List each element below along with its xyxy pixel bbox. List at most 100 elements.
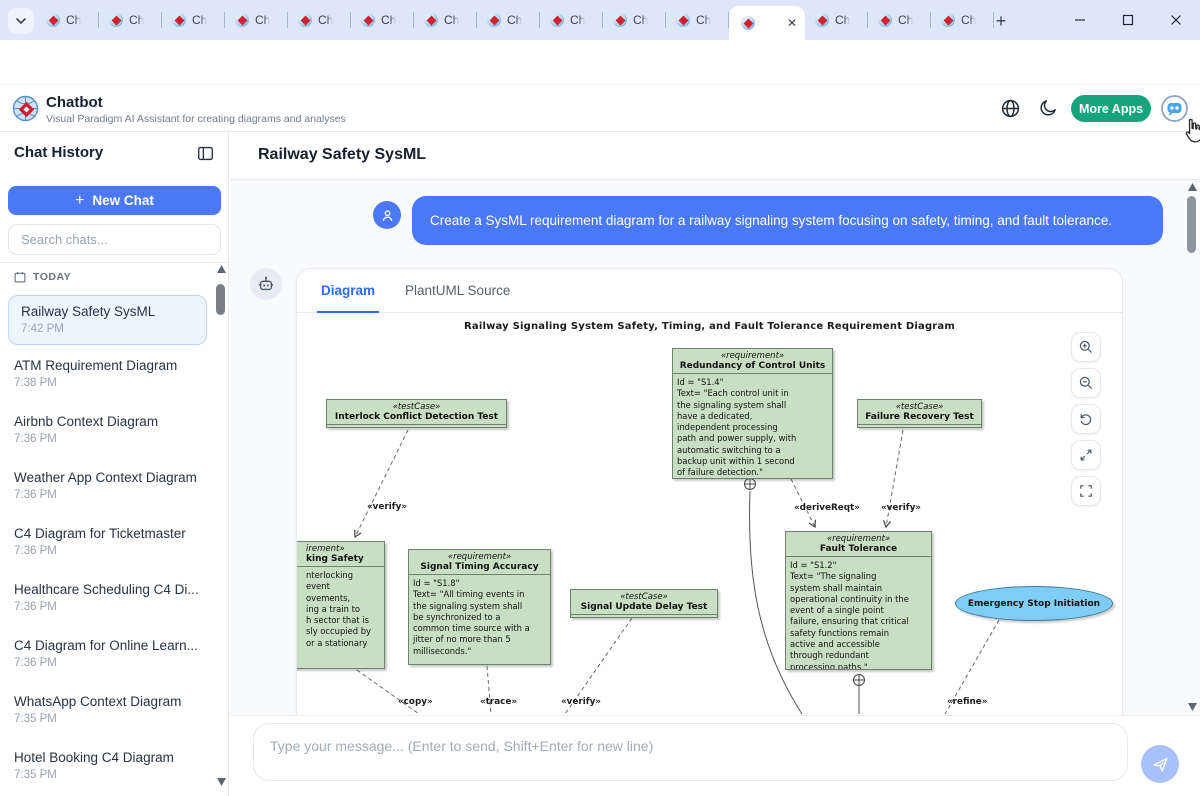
minimize-icon — [1074, 14, 1086, 26]
sidebar-scroll-up-icon[interactable] — [217, 265, 226, 273]
visual-paradigm-favicon — [298, 13, 312, 27]
send-button[interactable] — [1141, 745, 1179, 783]
zoom-in-icon — [1078, 339, 1094, 355]
maximize-icon — [1122, 14, 1134, 26]
new-chat-button[interactable]: + New Chat — [8, 186, 221, 215]
edge-label-verify: «verify» — [367, 502, 407, 512]
chat-item-time: 7:35 PM — [14, 713, 206, 725]
chat-item-title: Railway Safety SysML — [21, 304, 194, 319]
browser-tabstrip: Ch Ch Ch Ch Ch Ch Ch Ch Ch Ch Ch ✕ Ch Ch… — [0, 0, 1200, 40]
bot-avatar — [250, 268, 282, 300]
chat-history-item[interactable]: Healthcare Scheduling C4 Di... 7:36 PM — [8, 582, 206, 613]
chat-history-item[interactable]: ATM Requirement Diagram 7:38 PM — [8, 358, 206, 389]
chat-scroll-up-icon[interactable] — [1188, 183, 1197, 191]
tab-close-icon[interactable]: ✕ — [787, 17, 797, 29]
browser-tab[interactable]: Ch — [99, 0, 162, 40]
browser-tab[interactable]: Ch — [351, 0, 414, 40]
visual-paradigm-favicon — [878, 13, 892, 27]
chat-history-item-selected[interactable]: Railway Safety SysML 7:42 PM — [8, 295, 207, 345]
diagram-zoom-out-button[interactable] — [1071, 368, 1101, 398]
chat-history-item[interactable]: C4 Diagram for Online Learn... 7:36 PM — [8, 638, 206, 669]
visual-paradigm-favicon — [487, 13, 501, 27]
diagram-expand-button[interactable] — [1071, 440, 1101, 470]
browser-tab[interactable]: Ch — [805, 0, 868, 40]
chat-item-time: 7:36 PM — [14, 489, 206, 501]
zoom-out-icon — [1078, 375, 1094, 391]
visual-paradigm-favicon — [172, 13, 186, 27]
sidebar-divider — [0, 262, 229, 263]
browser-tab[interactable]: Ch — [162, 0, 225, 40]
more-apps-button[interactable]: More Apps — [1071, 95, 1151, 122]
chat-history-item[interactable]: Hotel Booking C4 Diagram 7:35 PM — [8, 750, 206, 781]
chat-item-title: C4 Diagram for Ticketmaster — [14, 526, 206, 541]
bot-response-card: Diagram PlantUML Source Railway Signalin… — [296, 268, 1123, 715]
chat-history-item[interactable]: Airbnb Context Diagram 7:36 PM — [8, 414, 206, 445]
message-input-area — [230, 715, 1200, 796]
browser-tab[interactable]: Ch — [477, 0, 540, 40]
edge-label-trace: «trace» — [480, 697, 517, 707]
browser-tab[interactable]: Ch — [225, 0, 288, 40]
anchor-cross-icon — [854, 675, 865, 686]
window-minimize-button[interactable] — [1056, 0, 1104, 40]
browser-tab[interactable]: Ch — [288, 0, 351, 40]
browser-tab[interactable]: Ch — [414, 0, 477, 40]
section-label: TODAY — [33, 271, 71, 283]
dark-mode-moon-icon[interactable] — [1038, 98, 1058, 118]
visual-paradigm-favicon — [46, 13, 60, 27]
collapse-sidebar-icon[interactable] — [197, 145, 214, 162]
diagram-viewport[interactable]: Railway Signaling System Safety, Timing,… — [297, 314, 1122, 715]
browser-tab[interactable]: Ch — [603, 0, 666, 40]
chat-item-time: 7:36 PM — [14, 433, 206, 445]
chat-item-title: ATM Requirement Diagram — [14, 358, 206, 373]
diagram-zoom-in-button[interactable] — [1071, 332, 1101, 362]
window-maximize-button[interactable] — [1104, 0, 1152, 40]
browser-tab[interactable]: Ch — [36, 0, 99, 40]
edge-label-copy: «copy» — [398, 697, 433, 707]
sidebar-title: Chat History — [14, 144, 103, 161]
chat-item-title: C4 Diagram for Online Learn... — [14, 638, 206, 653]
chat-history-item[interactable]: C4 Diagram for Ticketmaster 7:36 PM — [8, 526, 206, 557]
requirement-box-signal-timing-accuracy: «requirement» Signal Timing Accuracy Id … — [408, 549, 551, 665]
edge-label-derivereqt: «deriveReqt» — [794, 503, 860, 513]
browser-tab-active[interactable]: ✕ — [729, 6, 805, 40]
sidebar-scrollbar-thumb[interactable] — [216, 284, 225, 315]
chat-item-time: 7:35 PM — [14, 769, 206, 781]
browser-tab[interactable]: Ch — [666, 0, 729, 40]
sidebar-scroll-down-icon[interactable] — [217, 778, 226, 786]
browser-tab[interactable]: Ch — [868, 0, 931, 40]
user-icon — [380, 208, 395, 223]
chat-history-item[interactable]: Weather App Context Diagram 7:36 PM — [8, 470, 206, 501]
tab-diagram[interactable]: Diagram — [321, 269, 375, 313]
chat-history-item[interactable]: WhatsApp Context Diagram 7:35 PM — [8, 694, 206, 725]
language-globe-icon[interactable] — [1000, 98, 1021, 119]
reset-rotate-icon — [1078, 411, 1094, 427]
chat-item-title: Weather App Context Diagram — [14, 470, 206, 485]
chat-scroll-down-icon[interactable] — [1188, 703, 1197, 711]
chat-item-time: 7:42 PM — [21, 323, 194, 335]
chat-item-time: 7:36 PM — [14, 601, 206, 613]
paper-plane-icon — [1152, 756, 1169, 773]
user-avatar — [373, 201, 401, 229]
diagram-reset-view-button[interactable] — [1071, 404, 1101, 434]
window-close-button[interactable] — [1152, 0, 1200, 40]
message-input[interactable] — [253, 723, 1128, 781]
new-chat-label: New Chat — [92, 193, 154, 208]
browser-tab[interactable]: Ch — [931, 0, 994, 40]
robot-icon — [257, 275, 275, 293]
browser-toolbar: ai-toolbox.visual-paradigm.com/app/chatb… — [0, 40, 1200, 85]
chat-section-header: TODAY — [14, 271, 71, 283]
user-message-bubble: Create a SysML requirement diagram for a… — [412, 196, 1163, 245]
edge-label-verify: «verify» — [561, 697, 601, 707]
tab-plantuml-source[interactable]: PlantUML Source — [405, 269, 510, 313]
browser-tab[interactable]: Ch — [540, 0, 603, 40]
tab-search-chevron-button[interactable] — [8, 8, 34, 34]
chat-item-time: 7:38 PM — [14, 377, 206, 389]
new-tab-button[interactable]: + — [988, 8, 1014, 34]
search-chats-input[interactable] — [8, 224, 221, 255]
edge-label-verify: «verify» — [881, 503, 921, 513]
chat-history-sidebar: Chat History + New Chat TODAY Railway Sa… — [0, 132, 229, 796]
diagram-fullscreen-button[interactable] — [1071, 476, 1101, 506]
chat-scrollbar-thumb[interactable] — [1187, 196, 1196, 253]
visual-paradigm-logo — [12, 95, 39, 122]
testcase-box-interlock-conflict-detection: «testCase» Interlock Conflict Detection … — [326, 399, 507, 428]
